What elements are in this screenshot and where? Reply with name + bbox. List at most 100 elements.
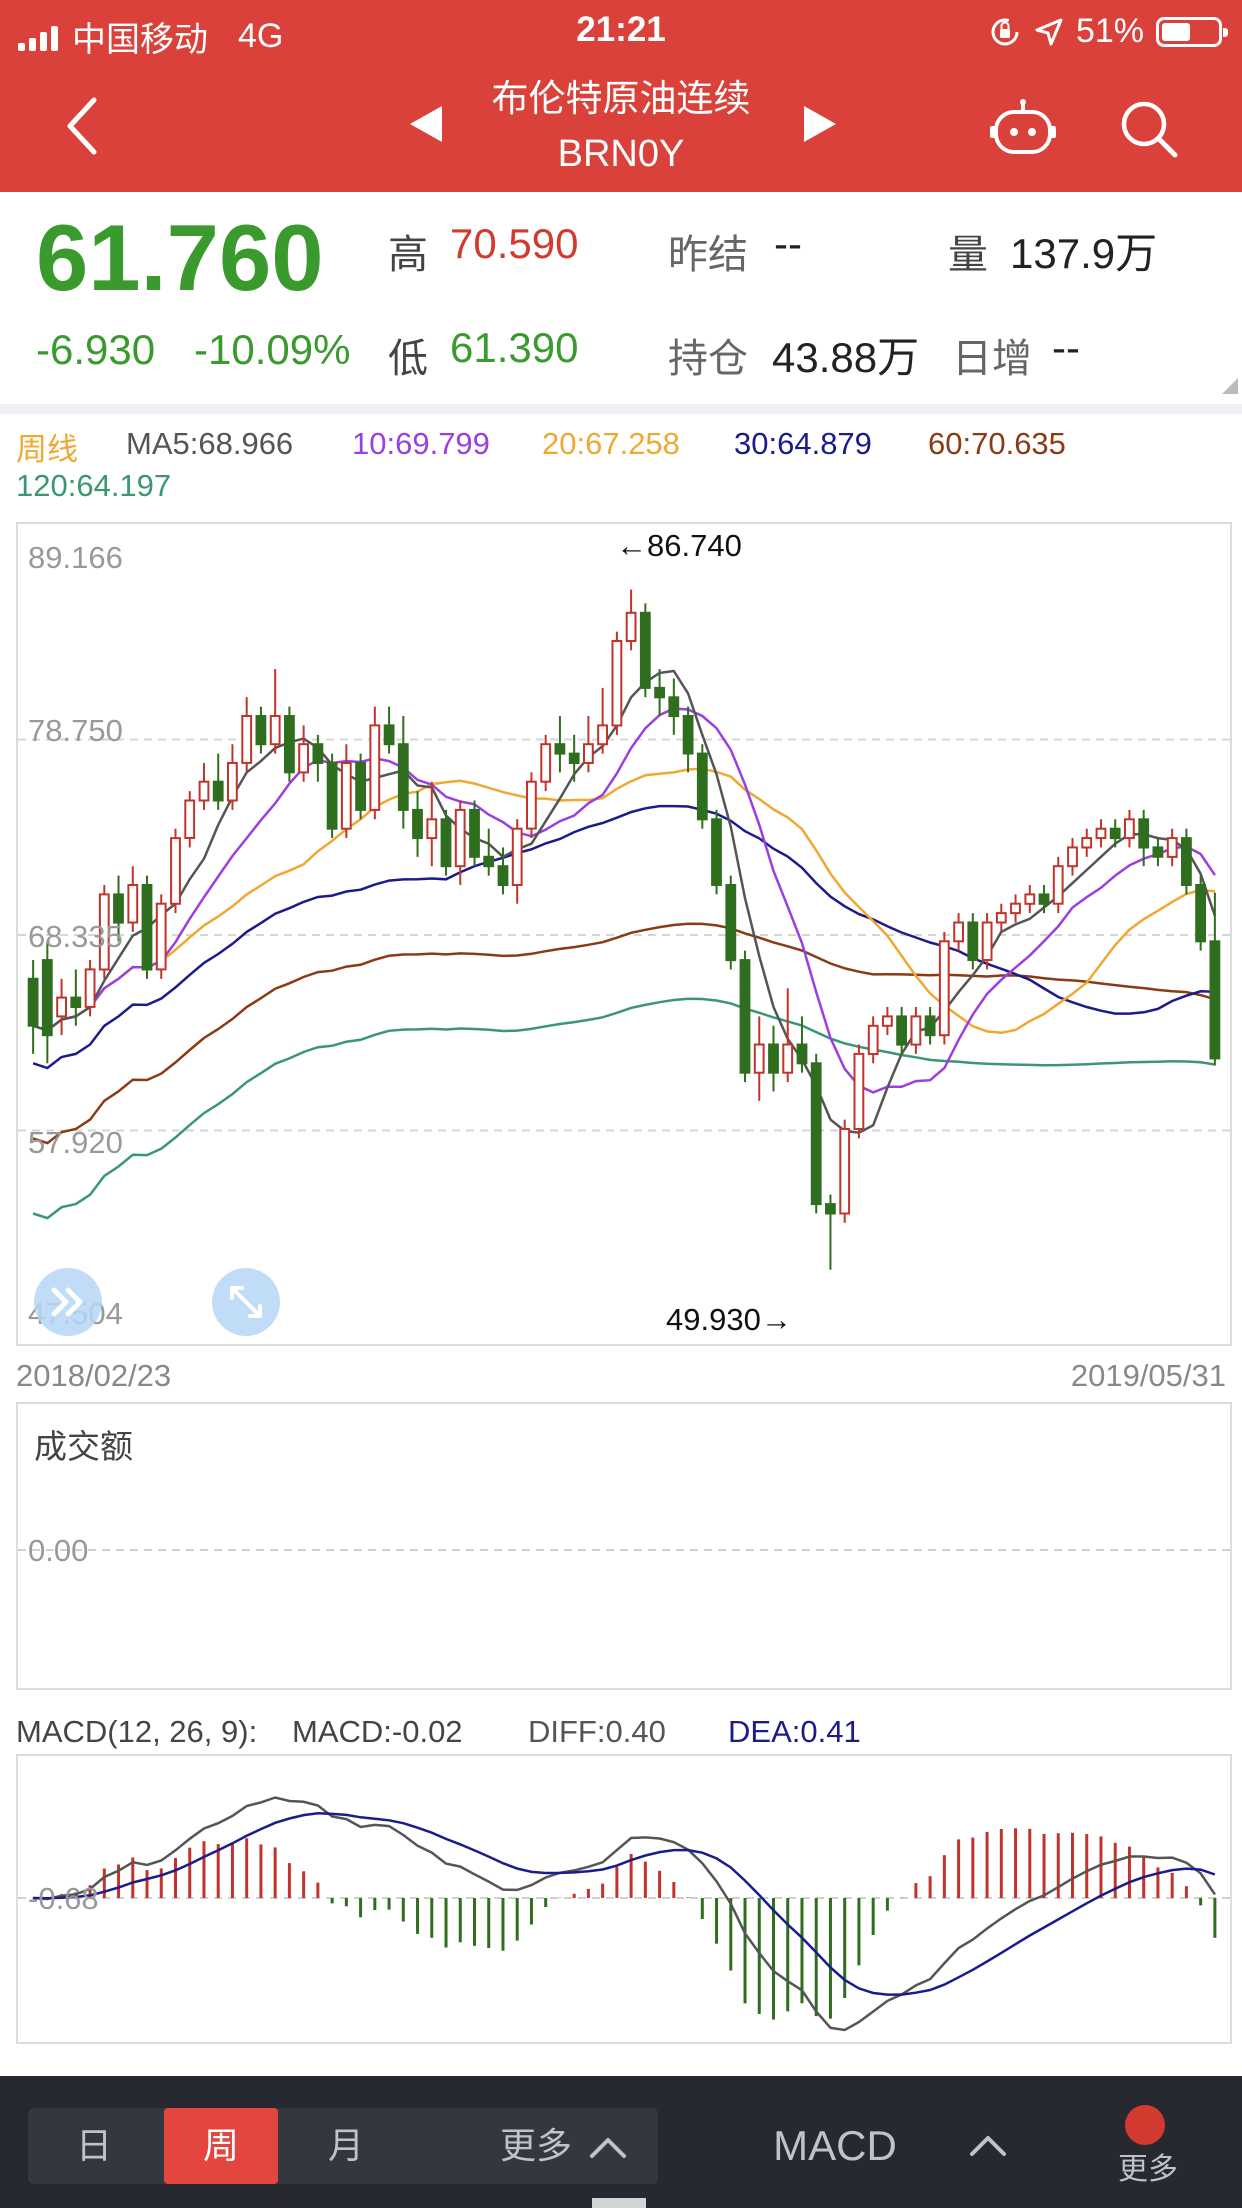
candle-up xyxy=(1124,818,1135,840)
low-value: 61.390 xyxy=(450,324,579,371)
candle-down xyxy=(711,818,722,886)
volume-value: 137.9万 xyxy=(1010,230,1158,277)
candle-down xyxy=(967,921,979,961)
candle-up xyxy=(853,1052,865,1131)
candle-down xyxy=(383,724,395,746)
ma120-label: 120:64.197 xyxy=(16,468,172,503)
candle-up xyxy=(839,1128,851,1215)
macd-panel: -0.68 xyxy=(16,1754,1232,2044)
candle-up xyxy=(298,743,310,774)
candle-up xyxy=(511,827,523,887)
candle-up xyxy=(953,921,965,943)
candle-up xyxy=(170,837,181,905)
candle-up xyxy=(1095,827,1107,840)
y-tick-label: 57.920 xyxy=(28,1125,123,1160)
low-label: 低 xyxy=(388,337,428,381)
period-label[interactable]: 周线 xyxy=(16,424,78,469)
high-value: 70.590 xyxy=(450,220,579,267)
candle-down xyxy=(141,884,153,971)
nav-bar: 布伦特原油连续 BRN0Y xyxy=(0,62,1242,192)
candle-up xyxy=(1067,846,1078,868)
dea-line xyxy=(33,1811,1216,1996)
candle-up xyxy=(981,921,993,961)
fullscreen-icon[interactable] xyxy=(210,1266,282,1338)
candle-down xyxy=(739,959,751,1074)
macd-title[interactable]: MACD(12, 26, 9): xyxy=(16,1714,257,1750)
y-tick-label: 68.335 xyxy=(28,919,123,954)
candle-up xyxy=(995,912,1007,924)
candle-down xyxy=(355,762,367,811)
tab-more[interactable]: 更多 xyxy=(486,2108,586,2184)
high-label: 高 xyxy=(388,233,428,277)
candle-up xyxy=(1024,893,1036,905)
open-interest-value: 43.88万 xyxy=(772,334,920,381)
candle-down xyxy=(397,743,409,811)
candle-down xyxy=(497,865,509,887)
volume-label: 量 xyxy=(948,233,988,277)
candle-up xyxy=(56,996,68,1018)
ma5-label: MA5:68.966 xyxy=(126,426,294,461)
candle-down xyxy=(825,1203,836,1215)
candle-up xyxy=(155,902,167,971)
more-menu-label[interactable]: 更多 xyxy=(1104,2148,1192,2192)
prev-settle-value: -- xyxy=(774,220,802,267)
candle-up xyxy=(938,940,950,1037)
more-menu-icon[interactable] xyxy=(1122,2102,1168,2148)
candle-down xyxy=(212,780,224,802)
candle-down xyxy=(639,611,651,689)
candle-down xyxy=(326,762,338,830)
price-change-pct: -10.09% xyxy=(194,326,351,373)
candle-down xyxy=(41,959,53,1037)
start-date-label: 2018/02/23 xyxy=(16,1358,172,1393)
candle-up xyxy=(882,1015,893,1027)
diff-value: DIFF:0.40 xyxy=(528,1714,666,1749)
quote-panel: 61.760 -6.930 -10.09% 高 70.590 低 61.390 … xyxy=(0,192,1242,404)
candle-up xyxy=(540,743,552,783)
search-icon[interactable] xyxy=(1118,98,1180,160)
chevron-up-icon[interactable] xyxy=(968,2132,1008,2158)
candlestick-chart[interactable]: 89.166 78.750 68.335 57.920 47.504 ←86.7… xyxy=(18,524,1230,1344)
tab-month[interactable]: 月 xyxy=(296,2108,396,2184)
candle-up xyxy=(1010,902,1021,915)
indicator-selector[interactable]: MACD xyxy=(740,2108,930,2184)
candle-down xyxy=(412,808,423,840)
scroll-forward-icon[interactable] xyxy=(32,1266,104,1338)
candle-up xyxy=(127,884,139,924)
volume-zero-label: 0.00 xyxy=(28,1533,88,1568)
last-price: 61.760 xyxy=(36,205,324,310)
candle-down xyxy=(255,715,267,746)
prev-settle-label: 昨结 xyxy=(668,233,748,277)
section-divider xyxy=(0,404,1242,414)
candle-up xyxy=(84,968,96,1008)
ma20-label: 20:67.258 xyxy=(542,426,680,461)
candle-up xyxy=(1052,865,1064,905)
candle-up xyxy=(454,808,466,868)
y-tick-label: 89.166 xyxy=(28,540,123,575)
open-interest-label: 持仓 xyxy=(668,337,748,381)
expand-corner-icon[interactable] xyxy=(1222,378,1238,394)
daily-increase-value: -- xyxy=(1052,324,1080,371)
candle-up xyxy=(269,715,281,746)
chevron-up-icon[interactable] xyxy=(588,2134,628,2160)
candle-down xyxy=(27,977,39,1027)
candle-up xyxy=(867,1024,879,1055)
robot-icon[interactable] xyxy=(990,98,1056,158)
candle-down xyxy=(1195,884,1206,943)
tab-day[interactable]: 日 xyxy=(44,2108,144,2184)
candle-down xyxy=(568,752,580,765)
tab-week[interactable]: 周 xyxy=(164,2108,278,2184)
next-triangle-icon[interactable] xyxy=(802,104,838,144)
ma120-line xyxy=(32,997,1216,1220)
candle-up xyxy=(340,762,352,830)
candle-down xyxy=(1109,827,1121,840)
candle-up xyxy=(241,715,253,764)
candle-down xyxy=(1038,893,1050,905)
ma10-label: 10:69.799 xyxy=(352,426,490,461)
dea-value: DEA:0.41 xyxy=(728,1714,861,1749)
end-date-label: 2019/05/31 xyxy=(1070,1358,1226,1393)
price-change: -6.930 xyxy=(36,326,156,373)
candle-down xyxy=(312,743,324,764)
candle-down xyxy=(668,696,680,718)
candle-down xyxy=(896,1015,908,1046)
candle-up xyxy=(583,743,594,764)
